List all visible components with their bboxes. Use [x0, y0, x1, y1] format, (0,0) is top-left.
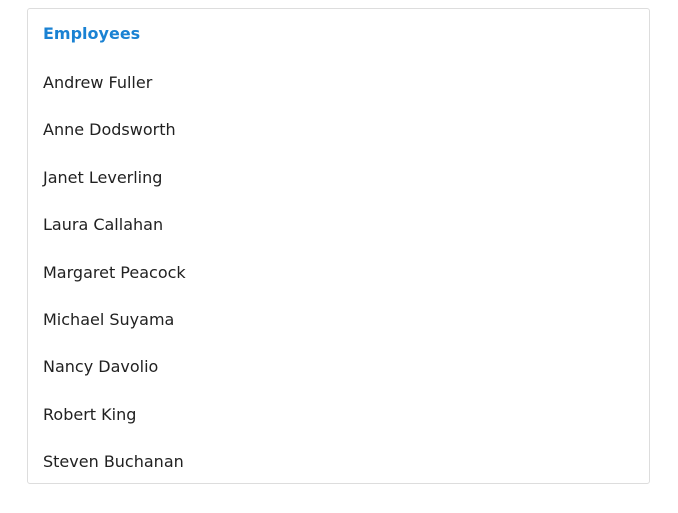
- list-header: Employees: [43, 24, 141, 43]
- employees-list-panel: Employees Andrew Fuller Anne Dodsworth J…: [27, 8, 650, 484]
- list-item[interactable]: Michael Suyama: [28, 296, 649, 343]
- list-item[interactable]: Margaret Peacock: [28, 249, 649, 296]
- list-item[interactable]: Anne Dodsworth: [28, 106, 649, 153]
- list-item[interactable]: Robert King: [28, 391, 649, 438]
- list-item[interactable]: Andrew Fuller: [28, 59, 649, 106]
- employees-list: Andrew Fuller Anne Dodsworth Janet Lever…: [28, 59, 649, 486]
- list-item[interactable]: Nancy Davolio: [28, 343, 649, 390]
- list-item[interactable]: Steven Buchanan: [28, 438, 649, 485]
- list-item[interactable]: Laura Callahan: [28, 201, 649, 248]
- list-item[interactable]: Janet Leverling: [28, 154, 649, 201]
